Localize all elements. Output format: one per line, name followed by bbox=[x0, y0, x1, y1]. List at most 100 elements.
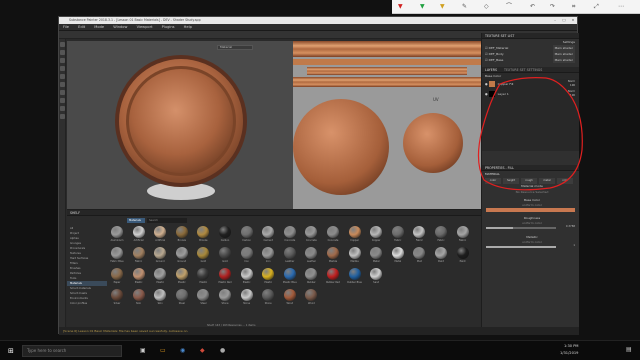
material-thumbnail[interactable] bbox=[348, 226, 361, 238]
shelf-category[interactable]: Color profiles bbox=[67, 301, 107, 306]
material-thumbnail[interactable] bbox=[327, 247, 339, 259]
material-thumbnail[interactable] bbox=[305, 289, 318, 301]
base-color-swatch[interactable] bbox=[486, 208, 575, 212]
material-thumbnail[interactable] bbox=[197, 268, 210, 280]
material-thumbnail[interactable] bbox=[111, 268, 123, 280]
shelf-filter-tag[interactable]: Materials bbox=[127, 218, 145, 223]
material-thumbnail[interactable] bbox=[435, 226, 447, 238]
material-thumbnail[interactable] bbox=[154, 268, 167, 280]
menu-help[interactable]: Help bbox=[184, 25, 192, 29]
material-thumbnail[interactable] bbox=[219, 226, 231, 238]
material-thumbnail[interactable] bbox=[219, 247, 231, 259]
measure-icon[interactable] bbox=[60, 98, 65, 103]
menu-mode[interactable]: Mode bbox=[94, 25, 104, 29]
material-thumbnail[interactable] bbox=[370, 226, 383, 238]
paint-tool-icon[interactable] bbox=[60, 42, 65, 47]
texture-set-shader[interactable]: Main shader bbox=[552, 57, 575, 63]
material-thumbnail[interactable] bbox=[348, 268, 361, 280]
clock-date[interactable]: 1/31/2019 bbox=[560, 351, 578, 355]
maximize-icon[interactable]: □ bbox=[560, 17, 568, 24]
clock-time[interactable]: 1:30 PM bbox=[564, 344, 578, 348]
redo-icon[interactable]: ↷ bbox=[550, 3, 555, 11]
material-thumbnail[interactable] bbox=[262, 247, 275, 259]
material-thumbnail[interactable] bbox=[197, 247, 210, 259]
highlighter-icon[interactable]: ✎ bbox=[462, 3, 467, 11]
material-thumbnail[interactable] bbox=[175, 268, 188, 280]
notifications-icon[interactable]: ▤ bbox=[626, 346, 632, 353]
close-icon[interactable]: × bbox=[569, 17, 577, 24]
material-thumbnail[interactable] bbox=[175, 226, 188, 238]
undo-icon[interactable]: ↶ bbox=[530, 3, 535, 11]
material-thumbnail[interactable] bbox=[456, 247, 469, 259]
material-thumbnail[interactable] bbox=[219, 268, 231, 280]
viewport-2d[interactable]: UV bbox=[293, 41, 481, 221]
material-thumbnail[interactable] bbox=[370, 247, 383, 259]
crop-icon[interactable]: ⌗ bbox=[572, 3, 575, 11]
material-thumbnail[interactable] bbox=[327, 268, 339, 280]
menu-window[interactable]: Window bbox=[113, 25, 127, 29]
material-thumbnail[interactable] bbox=[305, 247, 318, 259]
windows-start-icon[interactable]: ⊞ bbox=[8, 347, 14, 355]
material-thumbnail[interactable] bbox=[132, 268, 145, 280]
material-thumbnail[interactable] bbox=[154, 289, 167, 301]
material-thumbnail[interactable] bbox=[391, 247, 404, 259]
material-thumbnail[interactable] bbox=[305, 226, 318, 238]
material-thumbnail[interactable] bbox=[175, 289, 188, 301]
pen-yellow-icon[interactable]: ▼ bbox=[440, 3, 445, 11]
material-thumbnail[interactable] bbox=[197, 289, 210, 301]
eraser-tool-icon[interactable] bbox=[60, 50, 65, 55]
more-icon[interactable]: ⋯ bbox=[618, 3, 624, 11]
metallic-value[interactable]: 1 bbox=[573, 244, 575, 247]
material-thumbnail[interactable] bbox=[240, 289, 253, 301]
material-thumbnail[interactable] bbox=[111, 247, 123, 259]
material-thumbnail[interactable] bbox=[262, 289, 275, 301]
clone-tool-icon[interactable] bbox=[60, 82, 65, 87]
material-thumbnail[interactable] bbox=[283, 289, 296, 301]
material-thumbnail[interactable] bbox=[327, 226, 339, 238]
pen-red-icon[interactable]: ▼ bbox=[398, 3, 403, 11]
material-thumbnail[interactable] bbox=[219, 289, 231, 301]
material-thumbnail[interactable] bbox=[283, 226, 296, 238]
app-icon[interactable]: ● bbox=[220, 347, 225, 354]
lasso-icon[interactable]: ⌒ bbox=[506, 3, 512, 11]
material-thumbnail[interactable] bbox=[240, 247, 253, 259]
texture-set-item[interactable]: ☑ DEF_Base Main shader bbox=[482, 57, 579, 63]
fullscreen-icon[interactable]: ⤢ bbox=[594, 3, 599, 11]
display-settings-icon[interactable] bbox=[60, 114, 65, 119]
bake-icon[interactable] bbox=[60, 106, 65, 111]
material-thumbnail[interactable] bbox=[348, 247, 361, 259]
material-thumbnail[interactable] bbox=[132, 289, 145, 301]
material-thumbnail[interactable] bbox=[283, 268, 296, 280]
roughness-value[interactable]: 0.3788 bbox=[566, 225, 575, 228]
task-view-icon[interactable]: ▣ bbox=[140, 347, 146, 354]
menu-edit[interactable]: Edit bbox=[78, 25, 85, 29]
material-thumbnail[interactable] bbox=[456, 226, 469, 238]
material-thumbnail[interactable] bbox=[154, 226, 167, 238]
material-thumbnail[interactable] bbox=[262, 268, 275, 280]
material-thumbnail[interactable] bbox=[154, 247, 167, 259]
metallic-slider[interactable] bbox=[486, 246, 556, 248]
substance-painter-icon[interactable]: ◆ bbox=[200, 347, 205, 354]
material-thumbnail[interactable] bbox=[305, 268, 318, 280]
pen-green-icon[interactable]: ▼ bbox=[420, 3, 425, 11]
material-thumbnail[interactable] bbox=[413, 226, 426, 238]
material-thumbnail[interactable] bbox=[175, 247, 188, 259]
material-thumbnail[interactable] bbox=[262, 226, 275, 238]
shelf-search-input[interactable]: Search bbox=[147, 218, 187, 223]
minimize-icon[interactable]: – bbox=[551, 17, 559, 24]
file-explorer-icon[interactable]: ▭ bbox=[160, 347, 166, 354]
material-thumbnail[interactable] bbox=[370, 268, 383, 280]
material-thumbnail[interactable] bbox=[197, 226, 210, 238]
material-thumbnail[interactable] bbox=[132, 226, 145, 238]
material-thumbnail[interactable] bbox=[111, 226, 123, 238]
material-thumbnail[interactable] bbox=[413, 247, 426, 259]
picker-tool-icon[interactable] bbox=[60, 90, 65, 95]
material-thumbnail[interactable] bbox=[111, 289, 123, 301]
menu-file[interactable]: File bbox=[63, 25, 69, 29]
material-thumbnail[interactable] bbox=[283, 247, 296, 259]
menu-plugins[interactable]: Plugins bbox=[162, 25, 175, 29]
polygon-fill-icon[interactable] bbox=[60, 66, 65, 71]
smudge-tool-icon[interactable] bbox=[60, 74, 65, 79]
taskbar-search-input[interactable]: Type here to search bbox=[22, 345, 122, 357]
material-thumbnail[interactable] bbox=[435, 247, 447, 259]
